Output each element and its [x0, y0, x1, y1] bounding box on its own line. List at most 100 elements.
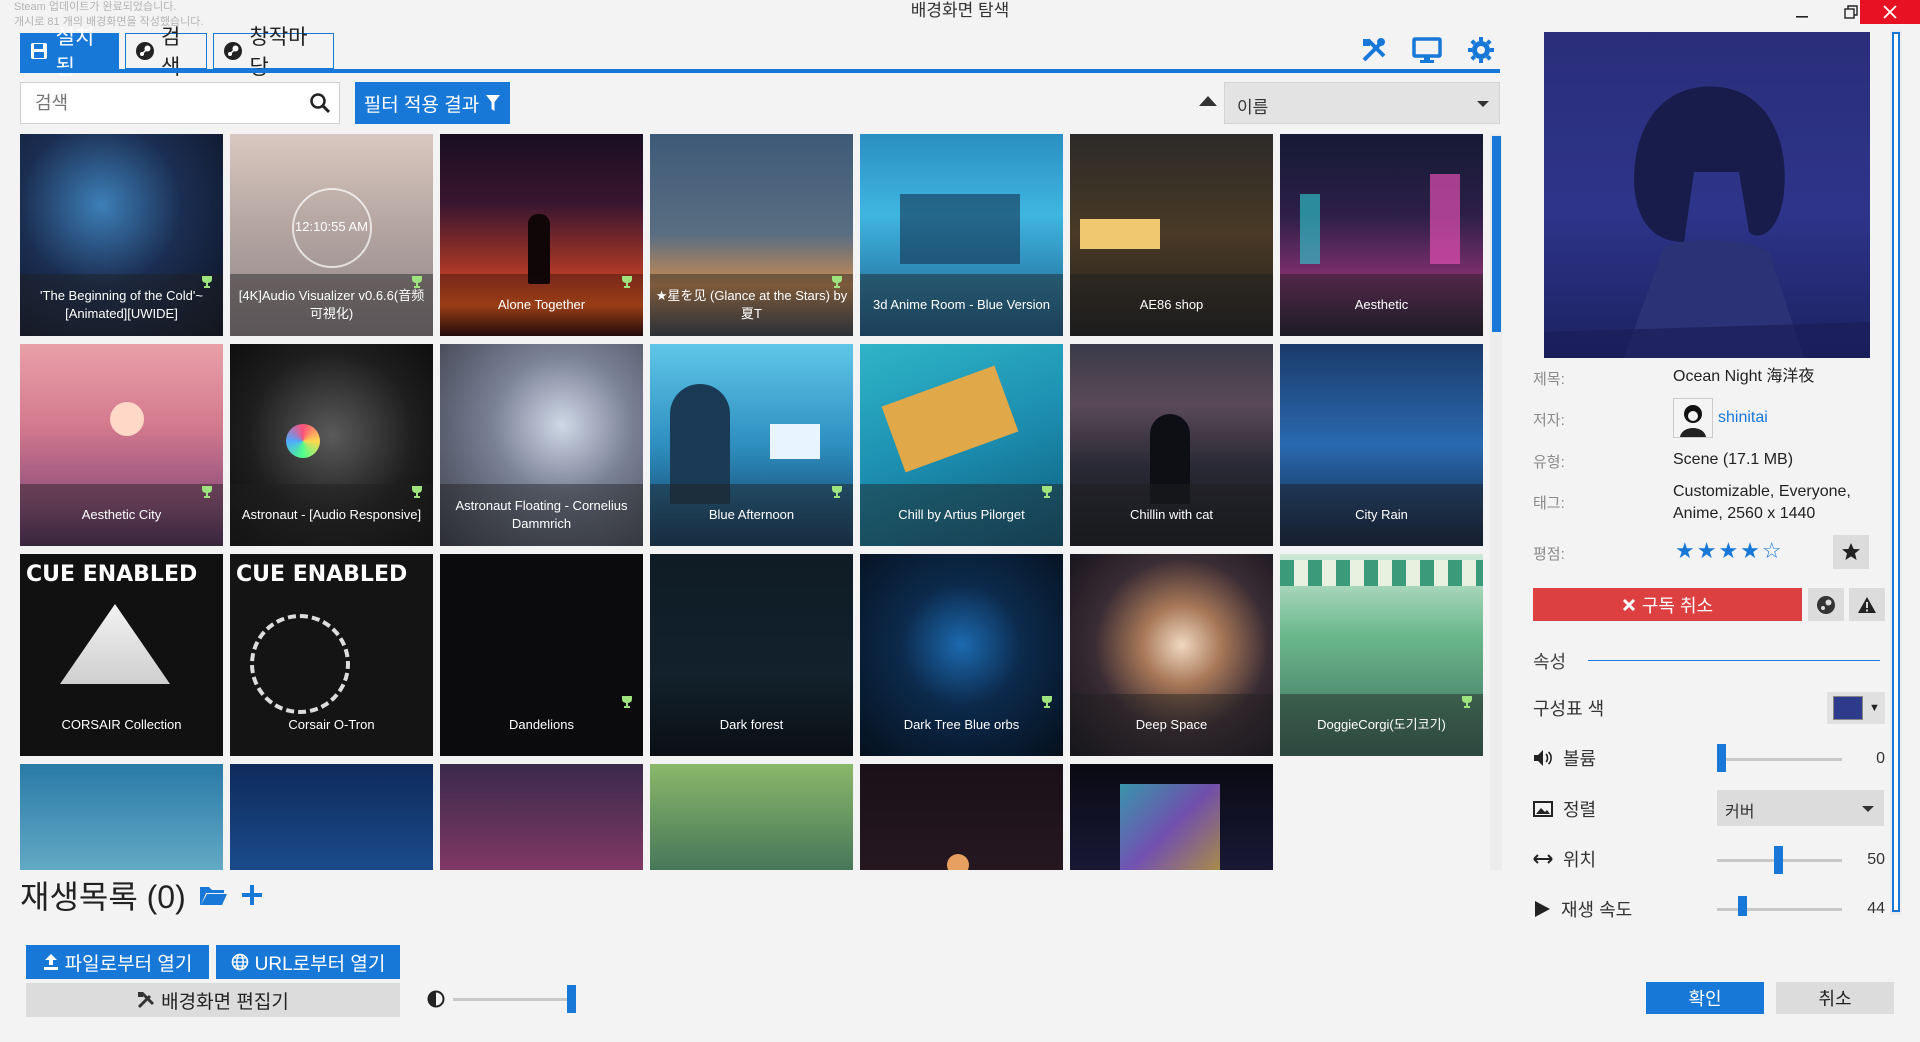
sort-selected-value: 이름	[1237, 98, 1269, 117]
rating-stars: ★★★★☆	[1675, 538, 1784, 563]
scheme-color-picker[interactable]: ▼	[1827, 692, 1885, 724]
align-selected-value: 커버	[1725, 804, 1755, 821]
wallpaper-tile[interactable]: Dark forest	[650, 554, 853, 756]
wallpaper-tile[interactable]: CUE ENABLED CORSAIR Collection	[20, 554, 223, 756]
settings-button[interactable]	[1465, 34, 1497, 66]
ok-button[interactable]: 확인	[1646, 982, 1764, 1014]
wallpaper-tile[interactable]: Astronaut - [Audio Responsive]	[230, 344, 433, 546]
close-button[interactable]	[1860, 0, 1920, 24]
favorite-button[interactable]	[1833, 535, 1869, 569]
cancel-label: 취소	[1818, 989, 1852, 1009]
properties-scrollbar-thumb[interactable]	[1892, 32, 1900, 912]
report-button[interactable]	[1849, 588, 1885, 621]
cancel-button[interactable]: 취소	[1776, 982, 1894, 1014]
volume-slider-track[interactable]	[1717, 758, 1842, 761]
wallpaper-tile[interactable]	[440, 764, 643, 870]
filter-results-button[interactable]: 필터 적용 결과	[355, 82, 510, 124]
wallpaper-tile[interactable]: Blue Afternoon	[650, 344, 853, 546]
sort-select[interactable]: 이름	[1224, 82, 1500, 124]
speed-slider-knob[interactable]	[1738, 896, 1747, 916]
sun-shape	[110, 402, 144, 436]
speed-slider-track[interactable]	[1717, 908, 1842, 911]
wallpaper-tile[interactable]: City Rain	[1280, 344, 1483, 546]
contrast-icon	[427, 990, 445, 1008]
sails-logo	[60, 604, 170, 684]
wallpaper-tile[interactable]: AE86 shop	[1070, 134, 1273, 336]
align-label: 정렬	[1563, 800, 1597, 820]
wallpaper-tile[interactable]: Chillin with cat	[1070, 344, 1273, 546]
brightness-slider-track[interactable]	[453, 998, 573, 1001]
wallpaper-tile[interactable]: CUE ENABLED Corsair O-Tron	[230, 554, 433, 756]
wallpaper-tile[interactable]: Astronaut Floating - Cornelius Dammrich	[440, 344, 643, 546]
wallpaper-tile[interactable]: Dandelions	[440, 554, 643, 756]
wallpaper-tile[interactable]: DoggieCorgi(도기코기)	[1280, 554, 1483, 756]
steam-icon	[222, 40, 244, 62]
tab-workshop[interactable]: 창작마당	[213, 26, 334, 79]
volume-row: 볼륨	[1533, 745, 1596, 771]
wallpaper-tile[interactable]: Aesthetic	[1280, 134, 1483, 336]
title-label: 제목:	[1533, 371, 1565, 388]
folder-open-icon[interactable]	[198, 883, 228, 907]
wallpaper-tile[interactable]	[650, 764, 853, 870]
preview-image	[1544, 32, 1870, 358]
wallpaper-tile[interactable]: Aesthetic City	[20, 344, 223, 546]
chevron-down-icon	[1862, 806, 1874, 812]
wallpaper-tile[interactable]	[1070, 764, 1273, 870]
title-value: Ocean Night 海洋夜	[1673, 368, 1815, 385]
tab-installed[interactable]: 설치됨	[20, 26, 119, 79]
wallpaper-tile[interactable]: Dark Tree Blue orbs	[860, 554, 1063, 756]
visualizer-clock: 12:10:55 AM	[295, 219, 368, 234]
search-input[interactable]	[21, 83, 301, 123]
position-value: 50	[1867, 851, 1885, 868]
star-icon	[1842, 543, 1860, 560]
wallpaper-tile[interactable]: ★星を见 (Glance at the Stars) by 夏T	[650, 134, 853, 336]
speed-value: 44	[1867, 900, 1885, 917]
gear-icon	[1468, 37, 1494, 63]
position-slider-knob[interactable]	[1774, 846, 1783, 874]
city-block	[1120, 784, 1220, 870]
wallpaper-editor-button[interactable]: 배경화면 편집기	[26, 983, 400, 1017]
wallpaper-title: Dark forest	[719, 717, 784, 732]
wallpaper-tile[interactable]: 12:10:55 AM [4K]Audio Visualizer v0.6.6(…	[230, 134, 433, 336]
play-icon	[1535, 901, 1550, 917]
wallpaper-title: [4K]Audio Visualizer v0.6.6(音频可視化)	[230, 274, 433, 336]
wallpaper-tile[interactable]: 3d Anime Room - Blue Version	[860, 134, 1063, 336]
unsubscribe-button[interactable]: 구독 취소	[1533, 588, 1802, 621]
wallpaper-tile[interactable]: Deep Space	[1070, 554, 1273, 756]
volume-slider-knob[interactable]	[1717, 744, 1726, 772]
wallpaper-title: 3d Anime Room - Blue Version	[860, 274, 1063, 336]
wallpaper-tile[interactable]: Chill by Artius Pilorget	[860, 344, 1063, 546]
neon-sign	[1430, 174, 1460, 264]
search-icon[interactable]	[309, 92, 331, 119]
author-link[interactable]: shinitai	[1718, 407, 1768, 429]
position-row: 위치	[1533, 846, 1596, 872]
avatar-image	[1674, 399, 1712, 437]
steam-page-button[interactable]	[1808, 588, 1844, 621]
wallpaper-tile[interactable]	[860, 764, 1063, 870]
grid-scrollbar-thumb[interactable]	[1492, 136, 1501, 332]
wallpaper-tile[interactable]: 'The Beginning of the Cold'~ [Animated][…	[20, 134, 223, 336]
wallpaper-title: Aesthetic City	[20, 484, 223, 546]
editor-tools-button[interactable]	[1358, 34, 1390, 66]
brightness-slider-knob[interactable]	[567, 985, 576, 1013]
wallpaper-title: AE86 shop	[1070, 274, 1273, 336]
monitor-button[interactable]	[1411, 34, 1443, 66]
globe-icon	[231, 953, 248, 971]
align-select[interactable]: 커버	[1717, 790, 1884, 826]
avatar[interactable]	[1673, 398, 1713, 438]
search-box	[20, 82, 340, 124]
wallpaper-tile[interactable]	[20, 764, 223, 870]
wallpaper-title: Chill by Artius Pilorget	[860, 484, 1063, 546]
minimize-button[interactable]	[1777, 0, 1827, 24]
wallpaper-tile[interactable]: Alone Together	[440, 134, 643, 336]
scheme-color-text: 구성표 색	[1533, 699, 1605, 719]
sort-direction-arrow[interactable]	[1199, 96, 1217, 106]
open-from-url-button[interactable]: URL로부터 열기	[216, 945, 400, 979]
wallpaper-tile[interactable]	[230, 764, 433, 870]
shop-awning	[1280, 560, 1483, 586]
cue-enabled-text: CUE ENABLED	[236, 562, 408, 587]
playlist-header: 재생목록 (0)	[20, 872, 264, 918]
tab-search[interactable]: 검색	[125, 26, 207, 79]
add-icon[interactable]	[240, 883, 264, 907]
open-from-file-button[interactable]: 파일로부터 열기	[26, 945, 209, 979]
